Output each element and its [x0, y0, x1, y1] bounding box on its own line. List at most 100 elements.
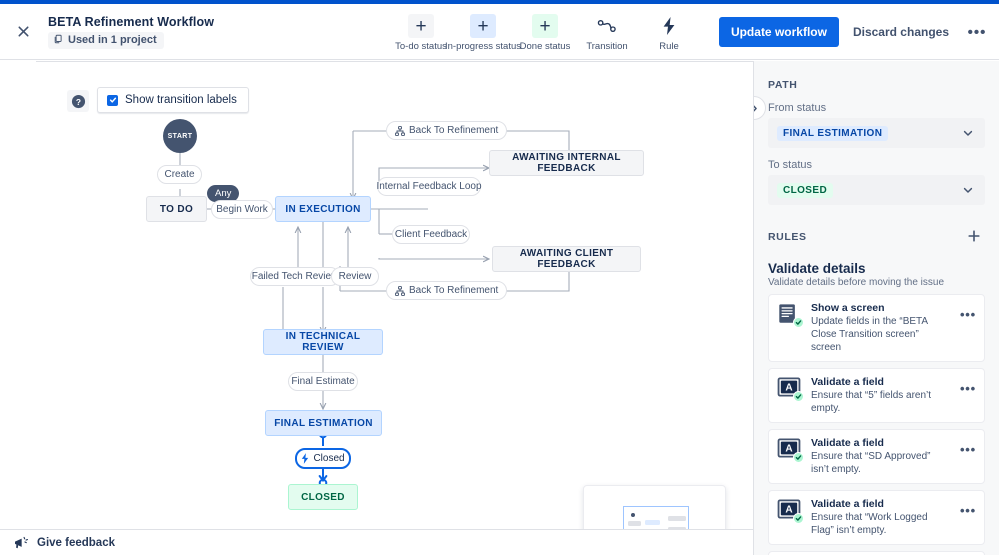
transition-back-to-refinement-top[interactable]: Back To Refinement — [386, 121, 508, 140]
to-status-select[interactable]: CLOSED — [768, 175, 985, 205]
transition-label: Client Feedback — [394, 229, 468, 240]
chevron-down-icon — [962, 184, 974, 196]
transition-review[interactable]: Review — [331, 267, 379, 286]
add-rule-icon[interactable] — [963, 225, 985, 247]
rule-card[interactable]: A Validate a field Ensure that “Work Log… — [768, 490, 985, 545]
transition-label: Back To Refinement — [409, 285, 499, 296]
workflow-canvas[interactable]: ? Show transition labels START Create TO… — [0, 61, 753, 529]
status-node-final-estimation[interactable]: FINAL ESTIMATION — [265, 410, 382, 436]
tool-label: Transition — [586, 41, 628, 52]
check-badge-icon — [793, 513, 804, 524]
rule-body: Show a screen Update fields in the “BETA… — [811, 302, 950, 354]
transition-final-estimate[interactable]: Final Estimate — [288, 372, 358, 391]
rule-more-icon[interactable]: ••• — [958, 437, 976, 456]
transition-internal-feedback-loop[interactable]: Internal Feedback Loop — [376, 177, 482, 196]
transition-label: Closed — [313, 453, 345, 464]
transition-begin-work[interactable]: Begin Work — [211, 200, 273, 219]
field-icon: A — [777, 377, 804, 402]
header-more-icon[interactable]: ••• — [963, 18, 991, 46]
rule-more-icon[interactable]: ••• — [958, 302, 976, 321]
status-node-awaiting-client-feedback[interactable]: AWAITING CLIENT FEEDBACK — [492, 246, 641, 272]
megaphone-icon — [14, 536, 30, 550]
start-node[interactable]: START — [163, 119, 197, 153]
status-node-to-do[interactable]: TO DO — [146, 196, 207, 222]
minimap-start-dot — [631, 513, 635, 517]
chevron-down-icon — [962, 127, 974, 139]
rule-more-icon[interactable]: ••• — [958, 498, 976, 517]
path-section-heading: PATH — [768, 79, 798, 91]
bolt-icon — [301, 453, 309, 464]
svg-text:A: A — [785, 444, 792, 455]
status-node-awaiting-internal-feedback[interactable]: AWAITING INTERNAL FEEDBACK — [489, 150, 644, 176]
rule-more-icon[interactable]: ••• — [958, 376, 976, 395]
used-in-projects-chip[interactable]: Used in 1 project — [48, 31, 164, 49]
add-done-status-button[interactable]: + Done status — [514, 12, 576, 52]
add-todo-status-button[interactable]: + To-do status — [390, 12, 452, 52]
plus-icon: + — [408, 14, 434, 38]
transition-back-to-refinement-bottom[interactable]: Back To Refinement — [386, 281, 508, 300]
transition-label: Back To Refinement — [409, 125, 499, 136]
rule-desc: Update fields in the “BETA Close Transit… — [811, 316, 928, 353]
from-status-select[interactable]: FINAL ESTIMATION — [768, 118, 985, 148]
plus-icon: + — [532, 14, 558, 38]
bottom-bar: Give feedback — [0, 529, 753, 555]
from-status-value: FINAL ESTIMATION — [777, 125, 889, 141]
minimap-panel[interactable] — [583, 485, 726, 529]
page-title: BETA Refinement Workflow — [48, 14, 215, 29]
rule-name: Show a screen — [811, 302, 885, 314]
minimap-shape — [668, 516, 686, 521]
header-actions: Update workflow Discard changes ••• — [718, 4, 991, 60]
rule-card[interactable]: A Validate a field Ensure that “Σ Time S… — [768, 551, 985, 555]
minimap-viewport[interactable] — [623, 506, 689, 529]
add-inprogress-status-button[interactable]: + In-progress status — [445, 12, 521, 52]
check-badge-icon — [793, 317, 804, 328]
transition-client-feedback[interactable]: Client Feedback — [392, 225, 470, 244]
rule-desc: Ensure that “5” fields aren’t empty. — [811, 390, 932, 414]
app-header: BETA Refinement Workflow Used in 1 proje… — [0, 4, 999, 60]
transition-label: Failed Tech Review — [251, 271, 339, 282]
status-label: CLOSED — [301, 491, 345, 503]
status-node-closed[interactable]: CLOSED — [288, 484, 358, 510]
add-rule-button[interactable]: Rule — [638, 12, 700, 52]
tool-label: To-do status — [395, 41, 447, 52]
svg-text:A: A — [785, 383, 792, 394]
transition-create[interactable]: Create — [157, 165, 202, 184]
rule-card[interactable]: Show a screen Update fields in the “BETA… — [768, 294, 985, 362]
to-status-value: CLOSED — [777, 182, 834, 198]
status-label: IN TECHNICAL REVIEW — [285, 331, 361, 353]
add-transition-button[interactable]: Transition — [576, 12, 638, 52]
transition-label: Review — [338, 271, 372, 282]
rule-card[interactable]: A Validate a field Ensure that “SD Appro… — [768, 429, 985, 484]
status-label: AWAITING CLIENT FEEDBACK — [519, 248, 614, 270]
used-in-projects-label: Used in 1 project — [68, 34, 157, 46]
rule-name: Validate a field — [811, 376, 884, 388]
tool-label: Done status — [519, 41, 571, 52]
transition-icon — [594, 14, 620, 38]
status-node-in-technical-review[interactable]: IN TECHNICAL REVIEW — [263, 329, 383, 355]
close-icon[interactable] — [6, 15, 40, 49]
from-status-label: From status — [768, 102, 827, 114]
rules-group-subtitle: Validate details before moving the issue — [768, 277, 945, 288]
transition-details-panel: PATH From status FINAL ESTIMATION To sta… — [753, 61, 999, 555]
chevron-right-icon[interactable] — [754, 96, 766, 120]
transition-label: Create — [164, 169, 195, 180]
transition-label: Internal Feedback Loop — [376, 181, 482, 192]
discard-changes-button[interactable]: Discard changes — [843, 17, 959, 47]
check-badge-icon — [793, 452, 804, 463]
rule-body: Validate a field Ensure that “SD Approve… — [811, 437, 950, 476]
minimap-shape — [628, 521, 641, 526]
tool-label: Rule — [659, 41, 679, 52]
transition-label: Final Estimate — [291, 376, 355, 387]
rule-card[interactable]: A Validate a field Ensure that “5” field… — [768, 368, 985, 423]
status-node-in-execution[interactable]: IN EXECUTION — [275, 196, 371, 222]
to-status-label: To status — [768, 159, 813, 171]
workflow-icon — [395, 125, 405, 136]
give-feedback-button[interactable]: Give feedback — [37, 537, 115, 549]
check-badge-icon — [793, 391, 804, 402]
transition-closed-selected[interactable]: Closed — [295, 448, 351, 469]
transition-failed-tech-review[interactable]: Failed Tech Review — [250, 267, 340, 286]
title-block: BETA Refinement Workflow Used in 1 proje… — [48, 15, 214, 49]
minimap-shape — [645, 520, 660, 525]
rule-body: Validate a field Ensure that “Work Logge… — [811, 498, 950, 537]
update-workflow-button[interactable]: Update workflow — [718, 17, 839, 47]
